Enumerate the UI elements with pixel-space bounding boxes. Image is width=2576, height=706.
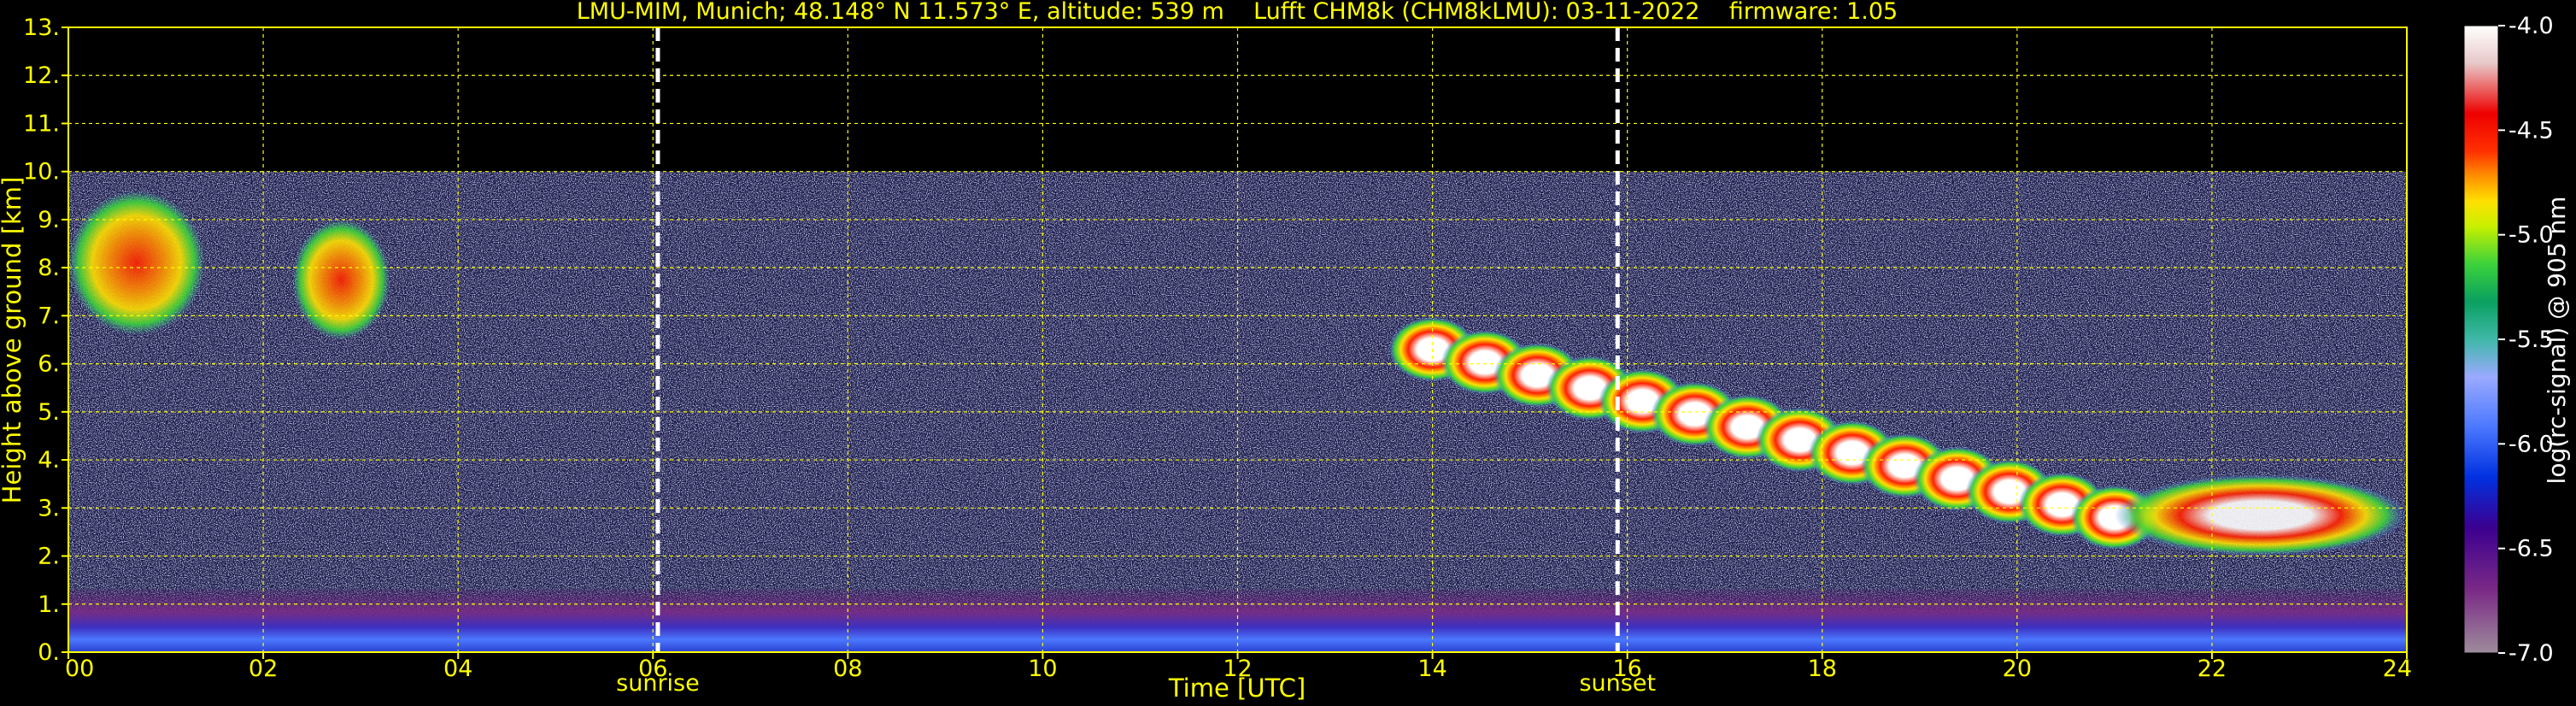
y-axis-ticks: 0. 1. 2. 3. 4. 5. 6. 7. 8. 9. 10. 11. 12. 13. [23, 15, 68, 666]
colorbar: -4.0-4.5-5.0-5.5-6.0-6.5-7.0 log(rc-sign… [2463, 13, 2571, 667]
cirrus-feature [67, 191, 205, 335]
chart-title: LMU-MIM, Munich; 48.148° N 11.573° E, al… [577, 0, 1898, 25]
x-tick-label: 22 [2198, 656, 2227, 682]
y-tick-label: 4. [38, 447, 60, 474]
ceilometer-chart: 0. 1. 2. 3. 4. 5. 6. 7. 8. 9. 10. 11. 12. 13. 00 02 04 0… [0, 0, 2571, 703]
y-tick-label: 12. [23, 62, 60, 89]
x-tick-label: 08 [833, 656, 862, 682]
x-axis-label: Time [UTC] [1168, 674, 1306, 703]
y-tick-label: 5. [38, 399, 60, 426]
colorbar-tick-label: -4.0 [2509, 13, 2554, 39]
x-tick-label: 00 [65, 656, 94, 682]
sunset-label: sunset [1579, 670, 1656, 697]
y-tick-label: 10. [23, 159, 60, 185]
x-tick-label: 18 [1808, 656, 1837, 682]
colorbar-label: log(rc-signal) @ 905 nm [2543, 197, 2571, 485]
y-tick-label: 0. [38, 639, 60, 666]
x-tick-label: 04 [443, 656, 472, 682]
y-axis-label: Height above ground [km] [0, 177, 26, 504]
colorbar-tick-label: -6.5 [2509, 536, 2554, 562]
y-tick-label: 13. [23, 15, 60, 41]
colorbar-tick-label: -7.0 [2509, 640, 2554, 667]
y-tick-label: 8. [38, 255, 60, 281]
plot-area [67, 26, 2408, 653]
y-tick-label: 11. [23, 110, 60, 137]
sunrise-label: sunrise [616, 670, 700, 697]
y-tick-label: 6. [38, 351, 60, 378]
x-tick-label: 02 [249, 656, 278, 682]
low-cloud-layer-feature [2114, 474, 2407, 556]
y-tick-label: 2. [38, 544, 60, 570]
y-tick-label: 1. [38, 591, 60, 618]
x-tick-label: 24 [2383, 656, 2412, 682]
y-tick-label: 9. [38, 207, 60, 233]
x-tick-label: 14 [1417, 656, 1446, 682]
cirrus-feature [292, 219, 390, 340]
y-tick-label: 7. [38, 303, 60, 329]
colorbar-tick-label: -4.5 [2509, 117, 2554, 144]
x-tick-label: 20 [2003, 656, 2032, 682]
y-tick-label: 3. [38, 495, 60, 521]
x-tick-label: 10 [1028, 656, 1057, 682]
